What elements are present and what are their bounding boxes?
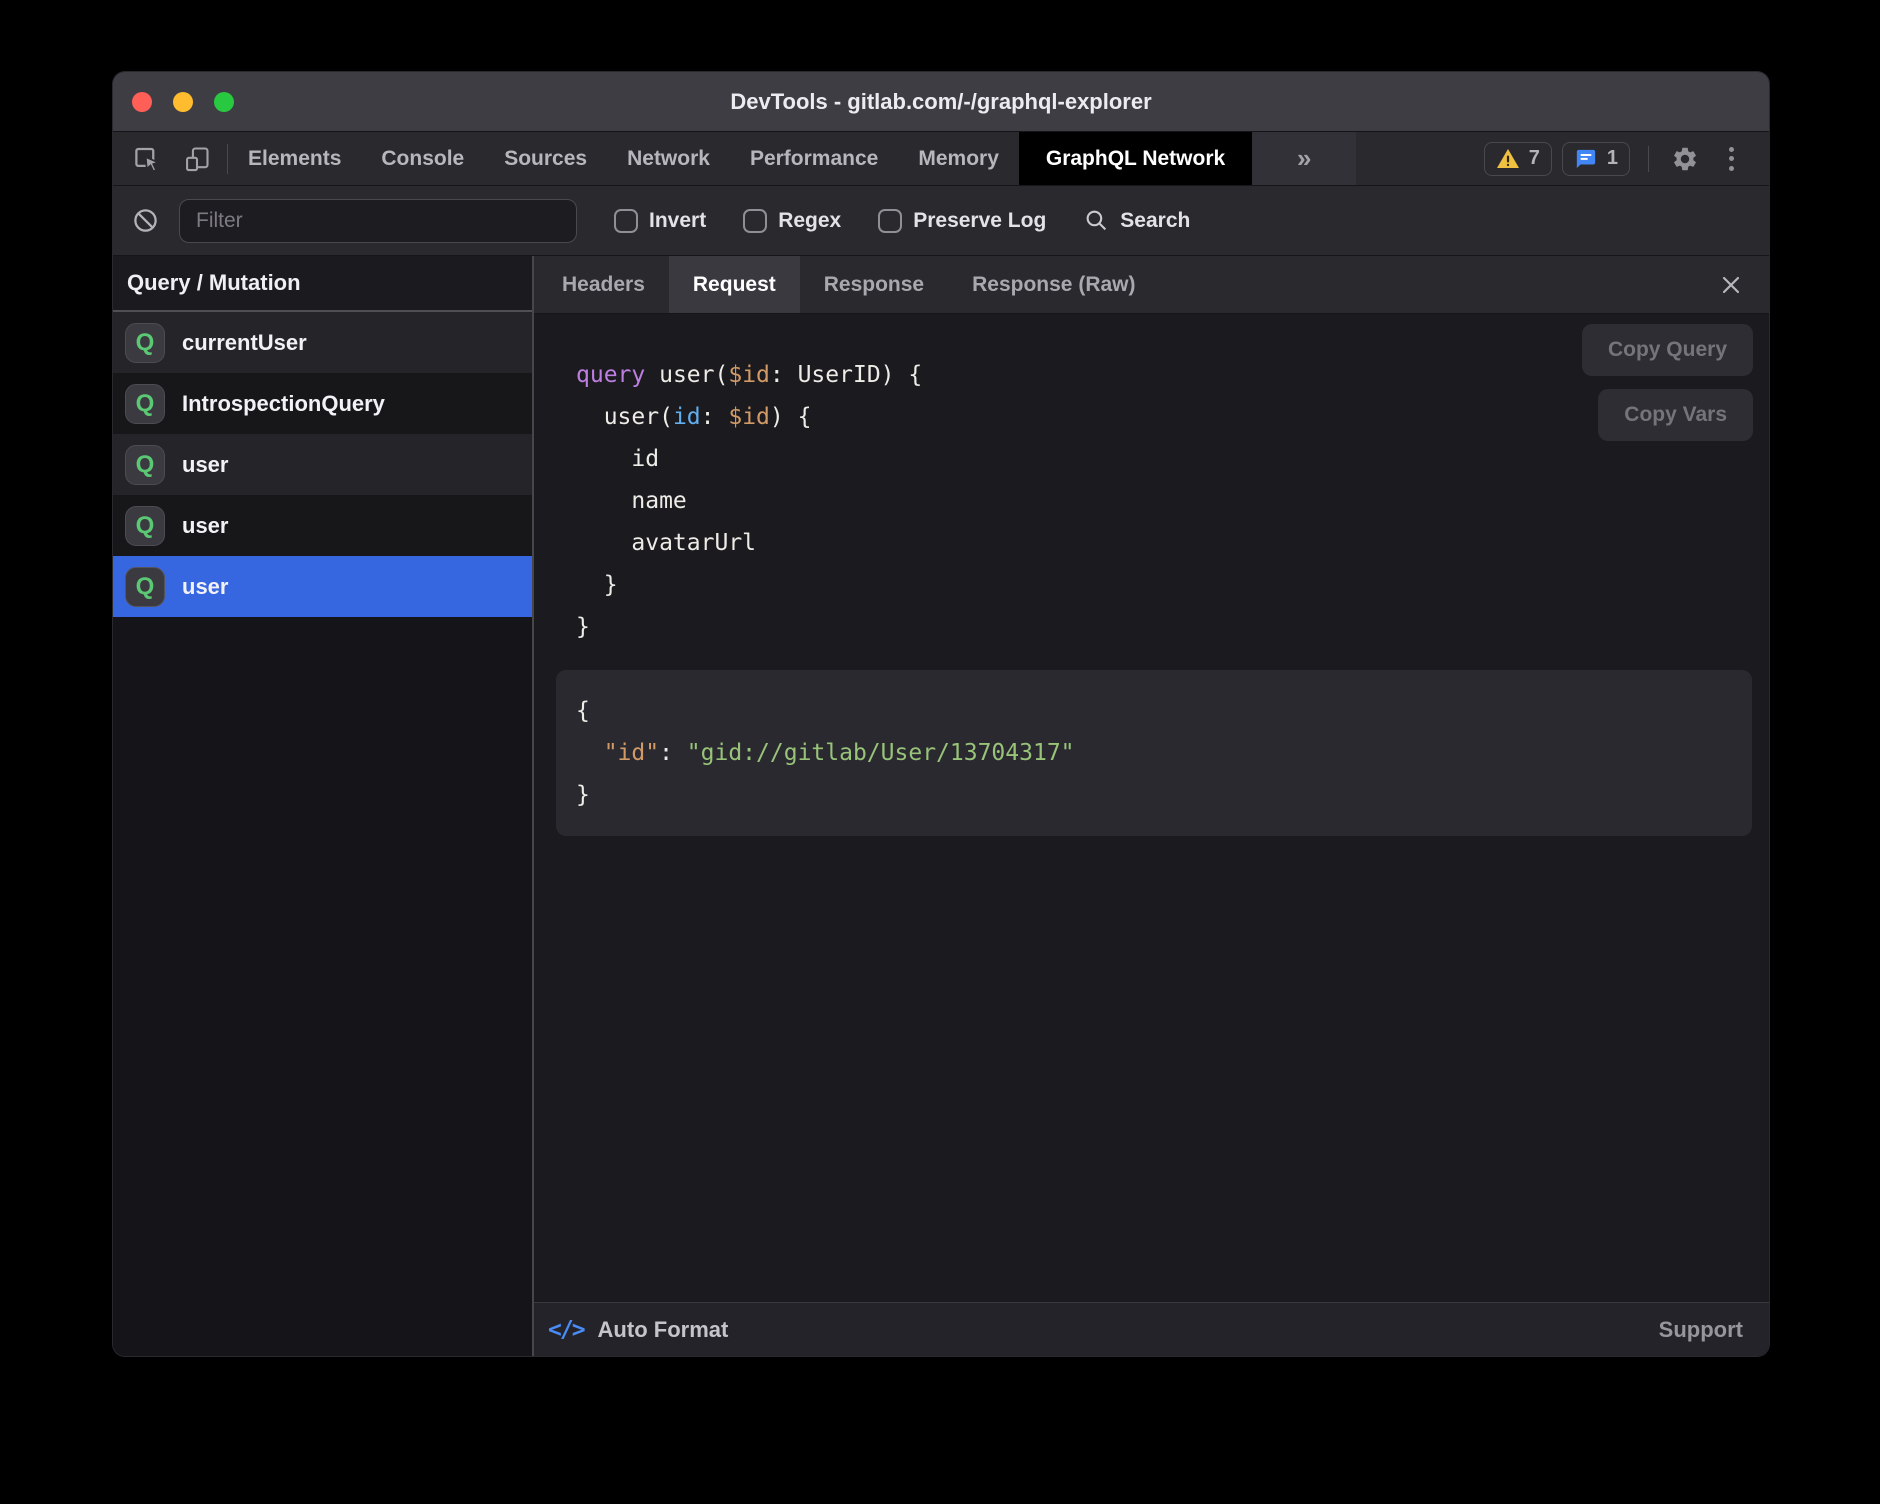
detail-panel: Headers Request Response Response (Raw) …: [534, 256, 1769, 1356]
query-type-badge: Q: [125, 567, 165, 607]
filter-bar: Invert Regex Preserve Log Search: [113, 186, 1769, 256]
query-type-badge: Q: [125, 445, 165, 485]
title-bar: DevTools - gitlab.com/-/graphql-explorer: [113, 72, 1769, 132]
devtools-toolbar: Elements Console Sources Network Perform…: [113, 132, 1769, 186]
issue-count: 1: [1607, 147, 1618, 170]
tab-memory[interactable]: Memory: [898, 132, 1019, 185]
query-type-badge: Q: [125, 323, 165, 363]
tab-console[interactable]: Console: [361, 132, 484, 185]
tab-sources[interactable]: Sources: [484, 132, 607, 185]
warnings-badge[interactable]: 7: [1484, 142, 1552, 176]
query-type-badge: Q: [125, 384, 165, 424]
message-icon: [1574, 148, 1598, 170]
window-title: DevTools - gitlab.com/-/graphql-explorer: [113, 89, 1769, 115]
clear-filter-icon[interactable]: [127, 203, 163, 239]
code-line: }: [576, 606, 1769, 648]
detail-tabs: Headers Request Response Response (Raw): [534, 256, 1769, 314]
list-item-label: user: [182, 513, 228, 539]
devtools-window: DevTools - gitlab.com/-/graphql-explorer…: [113, 72, 1769, 1356]
tab-headers[interactable]: Headers: [538, 256, 669, 313]
filter-input[interactable]: [179, 199, 577, 243]
query-list-panel: Query / Mutation Q currentUser Q Introsp…: [113, 256, 534, 1356]
preserve-log-label: Preserve Log: [913, 209, 1046, 233]
code-line: avatarUrl: [576, 522, 1769, 564]
search-button[interactable]: Search: [1084, 208, 1190, 233]
tab-performance[interactable]: Performance: [730, 132, 898, 185]
preserve-log-checkbox[interactable]: [878, 209, 902, 233]
regex-checkbox[interactable]: [743, 209, 767, 233]
issues-badge[interactable]: 1: [1562, 142, 1630, 176]
tab-response-raw[interactable]: Response (Raw): [948, 256, 1159, 313]
code-line: name: [576, 480, 1769, 522]
close-panel-button[interactable]: [1711, 256, 1751, 313]
invert-label: Invert: [649, 209, 706, 233]
vars-line: }: [576, 774, 1732, 816]
list-item-user-3-selected[interactable]: Q user: [113, 556, 532, 617]
list-item-label: IntrospectionQuery: [182, 391, 385, 417]
support-link[interactable]: Support: [1659, 1317, 1743, 1343]
code-format-icon: </>: [548, 1317, 584, 1343]
list-item-label: user: [182, 574, 228, 600]
tab-response[interactable]: Response: [800, 256, 948, 313]
close-icon: [1719, 273, 1743, 297]
copy-query-button[interactable]: Copy Query: [1582, 324, 1753, 376]
tab-network[interactable]: Network: [607, 132, 730, 185]
tab-graphql-network[interactable]: GraphQL Network: [1019, 132, 1252, 185]
list-item-introspectionquery[interactable]: Q IntrospectionQuery: [113, 373, 532, 434]
list-item-label: user: [182, 452, 228, 478]
inspect-element-icon[interactable]: [129, 141, 165, 177]
search-label: Search: [1120, 209, 1190, 233]
vars-line: {: [576, 690, 1732, 732]
vars-line: "id": "gid://gitlab/User/13704317": [576, 732, 1732, 774]
regex-label: Regex: [778, 209, 841, 233]
tab-request[interactable]: Request: [669, 256, 800, 313]
tab-elements[interactable]: Elements: [228, 132, 361, 185]
list-item-currentuser[interactable]: Q currentUser: [113, 312, 532, 373]
search-icon: [1084, 208, 1109, 233]
query-type-badge: Q: [125, 506, 165, 546]
query-list-header: Query / Mutation: [113, 256, 532, 312]
kebab-menu-icon[interactable]: [1713, 141, 1749, 177]
list-item-user-1[interactable]: Q user: [113, 434, 532, 495]
device-toolbar-icon[interactable]: [179, 141, 215, 177]
more-tabs-button[interactable]: »: [1252, 132, 1356, 185]
request-content: Copy Query Copy Vars query user($id: Use…: [534, 314, 1769, 1302]
copy-vars-button[interactable]: Copy Vars: [1598, 389, 1753, 441]
warning-count: 7: [1529, 147, 1540, 170]
badges-divider: [1648, 146, 1649, 172]
warning-icon: [1496, 148, 1520, 170]
settings-gear-icon[interactable]: [1667, 141, 1703, 177]
list-item-user-2[interactable]: Q user: [113, 495, 532, 556]
query-variables-box: { "id": "gid://gitlab/User/13704317" }: [556, 670, 1752, 836]
panel-footer: </> Auto Format Support: [534, 1302, 1769, 1356]
code-line: }: [576, 564, 1769, 606]
code-line: id: [576, 438, 1769, 480]
list-item-label: currentUser: [182, 330, 307, 356]
invert-checkbox[interactable]: [614, 209, 638, 233]
auto-format-button[interactable]: Auto Format: [598, 1317, 729, 1343]
